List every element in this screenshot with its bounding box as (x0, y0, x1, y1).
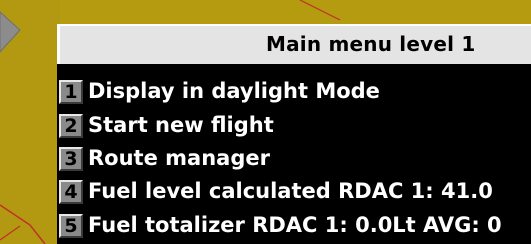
menu-item-number-badge: 4 (59, 180, 83, 204)
menu-item-number-badge: 5 (59, 214, 83, 238)
menu-item-fuel-totalizer[interactable]: 5 Fuel totalizer RDAC 1: 0.0Lt AVG: 0 (57, 210, 531, 242)
menu-item-display-daylight[interactable]: 1 Display in daylight Mode (57, 76, 531, 108)
menu-item-start-new-flight[interactable]: 2 Start new flight (57, 110, 531, 142)
menu-item-number-badge: 1 (59, 80, 83, 104)
menu-item-label: Fuel level calculated RDAC 1: 41.0 (88, 179, 493, 203)
menu-item-label: Route manager (88, 146, 270, 170)
menu-item-number-badge: 2 (59, 114, 83, 138)
menu-item-label: Fuel totalizer RDAC 1: 0.0Lt AVG: 0 (88, 213, 502, 237)
menu-item-label: Display in daylight Mode (88, 79, 380, 103)
menu-item-route-manager[interactable]: 3 Route manager (57, 143, 531, 175)
menu-item-number-badge: 3 (59, 147, 83, 171)
menu-header: Main menu level 1 (57, 24, 531, 64)
menu-item-fuel-level-calculated[interactable]: 4 Fuel level calculated RDAC 1: 41.0 (57, 176, 531, 208)
menu-item-label: Start new flight (88, 113, 274, 137)
menu-title: Main menu level 1 (266, 32, 476, 56)
main-menu-panel: Main menu level 1 1 Display in daylight … (57, 24, 531, 244)
